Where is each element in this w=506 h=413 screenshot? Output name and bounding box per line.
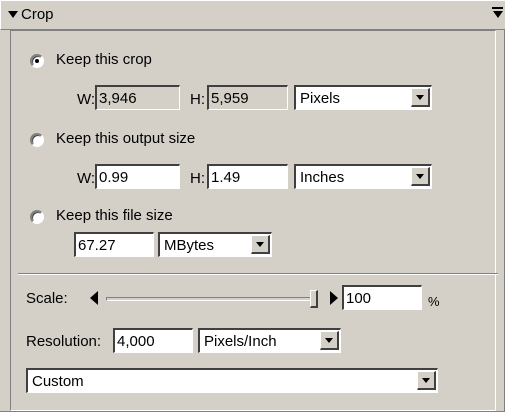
percent-label: % [428, 294, 440, 309]
chevron-down-icon[interactable] [411, 88, 430, 107]
file-size-field[interactable]: 67.27 [74, 232, 154, 257]
crop-width-label: W: [77, 91, 96, 108]
resolution-unit-select[interactable]: Pixels/Inch [198, 328, 341, 353]
preset-select[interactable]: Custom [26, 368, 438, 393]
chevron-down-icon[interactable] [320, 331, 339, 350]
keep-crop-radio[interactable] [30, 54, 44, 68]
keep-output-label: Keep this output size [56, 130, 196, 147]
chevron-down-icon[interactable] [417, 371, 436, 390]
keep-file-label: Keep this file size [56, 207, 173, 224]
crop-unit-select[interactable]: Pixels [294, 85, 432, 110]
scale-label: Scale: [26, 290, 68, 307]
keep-file-radio[interactable] [30, 210, 44, 224]
crop-height-label: H: [190, 91, 205, 108]
crop-panel: Crop Keep this crop W: 3,946 H: 5,959 Pi… [0, 0, 505, 412]
panel-titlebar[interactable]: Crop [0, 0, 505, 30]
output-height-label: H: [190, 170, 205, 187]
output-width-field[interactable]: 0.99 [95, 164, 180, 189]
resolution-field[interactable]: 4,000 [113, 328, 193, 353]
output-unit-select[interactable]: Inches [294, 164, 432, 189]
output-height-field[interactable]: 1.49 [207, 164, 288, 189]
panel-title: Crop [21, 6, 54, 23]
crop-unit-value: Pixels [300, 90, 341, 107]
collapse-arrow-icon[interactable] [8, 11, 18, 18]
chevron-down-icon[interactable] [251, 235, 270, 254]
file-unit-value: MBytes [164, 237, 215, 254]
scale-decrease-icon[interactable] [90, 291, 98, 305]
output-unit-value: Inches [300, 169, 345, 186]
resolution-label: Resolution: [26, 333, 102, 350]
scale-slider-track[interactable] [106, 297, 318, 301]
output-width-label: W: [77, 170, 96, 187]
resolution-unit-value: Pixels/Inch [204, 333, 277, 350]
preset-value: Custom [32, 373, 84, 390]
scale-increase-icon[interactable] [330, 291, 338, 305]
scale-slider-thumb[interactable] [310, 290, 318, 308]
file-unit-select[interactable]: MBytes [158, 232, 272, 257]
crop-height-field: 5,959 [207, 85, 288, 110]
section-divider [18, 273, 498, 275]
scale-field[interactable]: 100 [342, 285, 422, 310]
keep-crop-label: Keep this crop [56, 51, 152, 68]
keep-output-radio[interactable] [30, 133, 44, 147]
chevron-down-icon[interactable] [411, 167, 430, 186]
crop-width-field: 3,946 [95, 85, 180, 110]
panel-menu-icon[interactable] [492, 7, 504, 21]
